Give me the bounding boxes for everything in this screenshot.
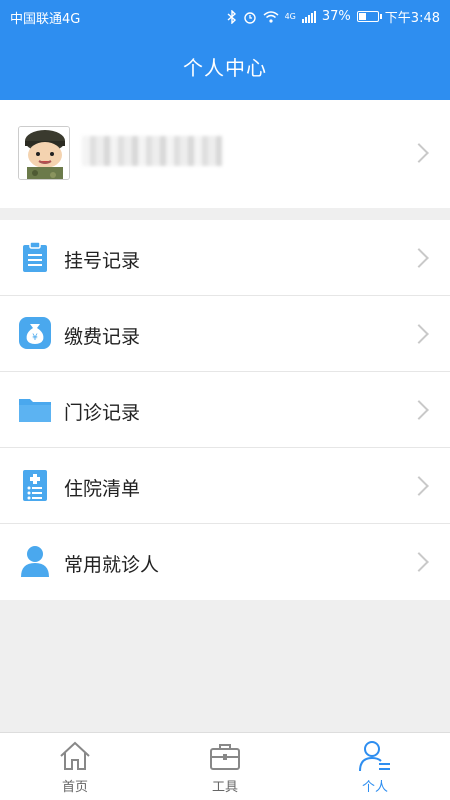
svg-text:¥: ¥ [32, 333, 38, 343]
tab-personal[interactable]: 个人 [300, 733, 450, 800]
signal-icon [301, 10, 316, 23]
header-bar: 中国联通4G 4G 37% 下午3:48 个人中心 [0, 0, 450, 100]
tab-label: 工具 [211, 780, 238, 795]
toolbox-icon [210, 744, 240, 770]
menu-item-inpatient-list[interactable]: 住院清单 [0, 448, 450, 524]
person-icon [21, 546, 49, 577]
alarm-icon [243, 11, 256, 24]
chevron-right-icon [409, 400, 429, 420]
menu-list: 挂号记录 ¥ 缴费记录 门诊记录 住院清单 常用就诊人 [0, 220, 450, 600]
network-type: 4G [284, 12, 296, 21]
menu-item-frequent-patients[interactable]: 常用就诊人 [0, 524, 450, 600]
menu-item-label: 门诊记录 [64, 402, 141, 424]
chevron-right-icon [409, 476, 429, 496]
battery-icon [356, 11, 382, 22]
wifi-icon [263, 10, 279, 23]
menu-item-registration-records[interactable]: 挂号记录 [0, 220, 450, 296]
avatar [18, 126, 70, 180]
user-profile-icon [359, 741, 390, 772]
menu-item-label: 挂号记录 [64, 250, 141, 272]
chevron-right-icon [409, 324, 429, 344]
menu-item-label: 常用就诊人 [64, 554, 160, 576]
carrier-label: 中国联通4G [10, 12, 81, 27]
tab-label: 个人 [361, 780, 388, 795]
chevron-right-icon [409, 143, 429, 163]
folder-icon [19, 399, 51, 422]
home-icon [60, 741, 90, 770]
page-title: 个人中心 [183, 56, 267, 80]
menu-item-outpatient-records[interactable]: 门诊记录 [0, 372, 450, 448]
status-right: 4G 37% 下午3:48 [227, 7, 440, 26]
tab-tools[interactable]: 工具 [150, 733, 300, 800]
profile-card[interactable] [0, 100, 450, 208]
bottom-tab-bar: 首页 工具 个人 [0, 732, 450, 800]
battery-percent: 37% [321, 9, 351, 24]
status-bar: 中国联通4G 4G 37% 下午3:48 [0, 0, 450, 32]
clipboard-icon [23, 241, 47, 272]
bluetooth-icon [227, 9, 236, 24]
clock: 下午3:48 [384, 11, 440, 26]
medical-list-icon [23, 470, 47, 501]
menu-item-label: 缴费记录 [64, 326, 141, 348]
username-blurred [82, 136, 222, 166]
tab-label: 首页 [61, 780, 88, 795]
menu-item-payment-records[interactable]: ¥ 缴费记录 [0, 296, 450, 372]
chevron-right-icon [409, 248, 429, 268]
menu-item-label: 住院清单 [64, 478, 141, 500]
chevron-right-icon [409, 552, 429, 572]
tab-home[interactable]: 首页 [0, 733, 150, 800]
money-bag-icon: ¥ [19, 317, 51, 349]
